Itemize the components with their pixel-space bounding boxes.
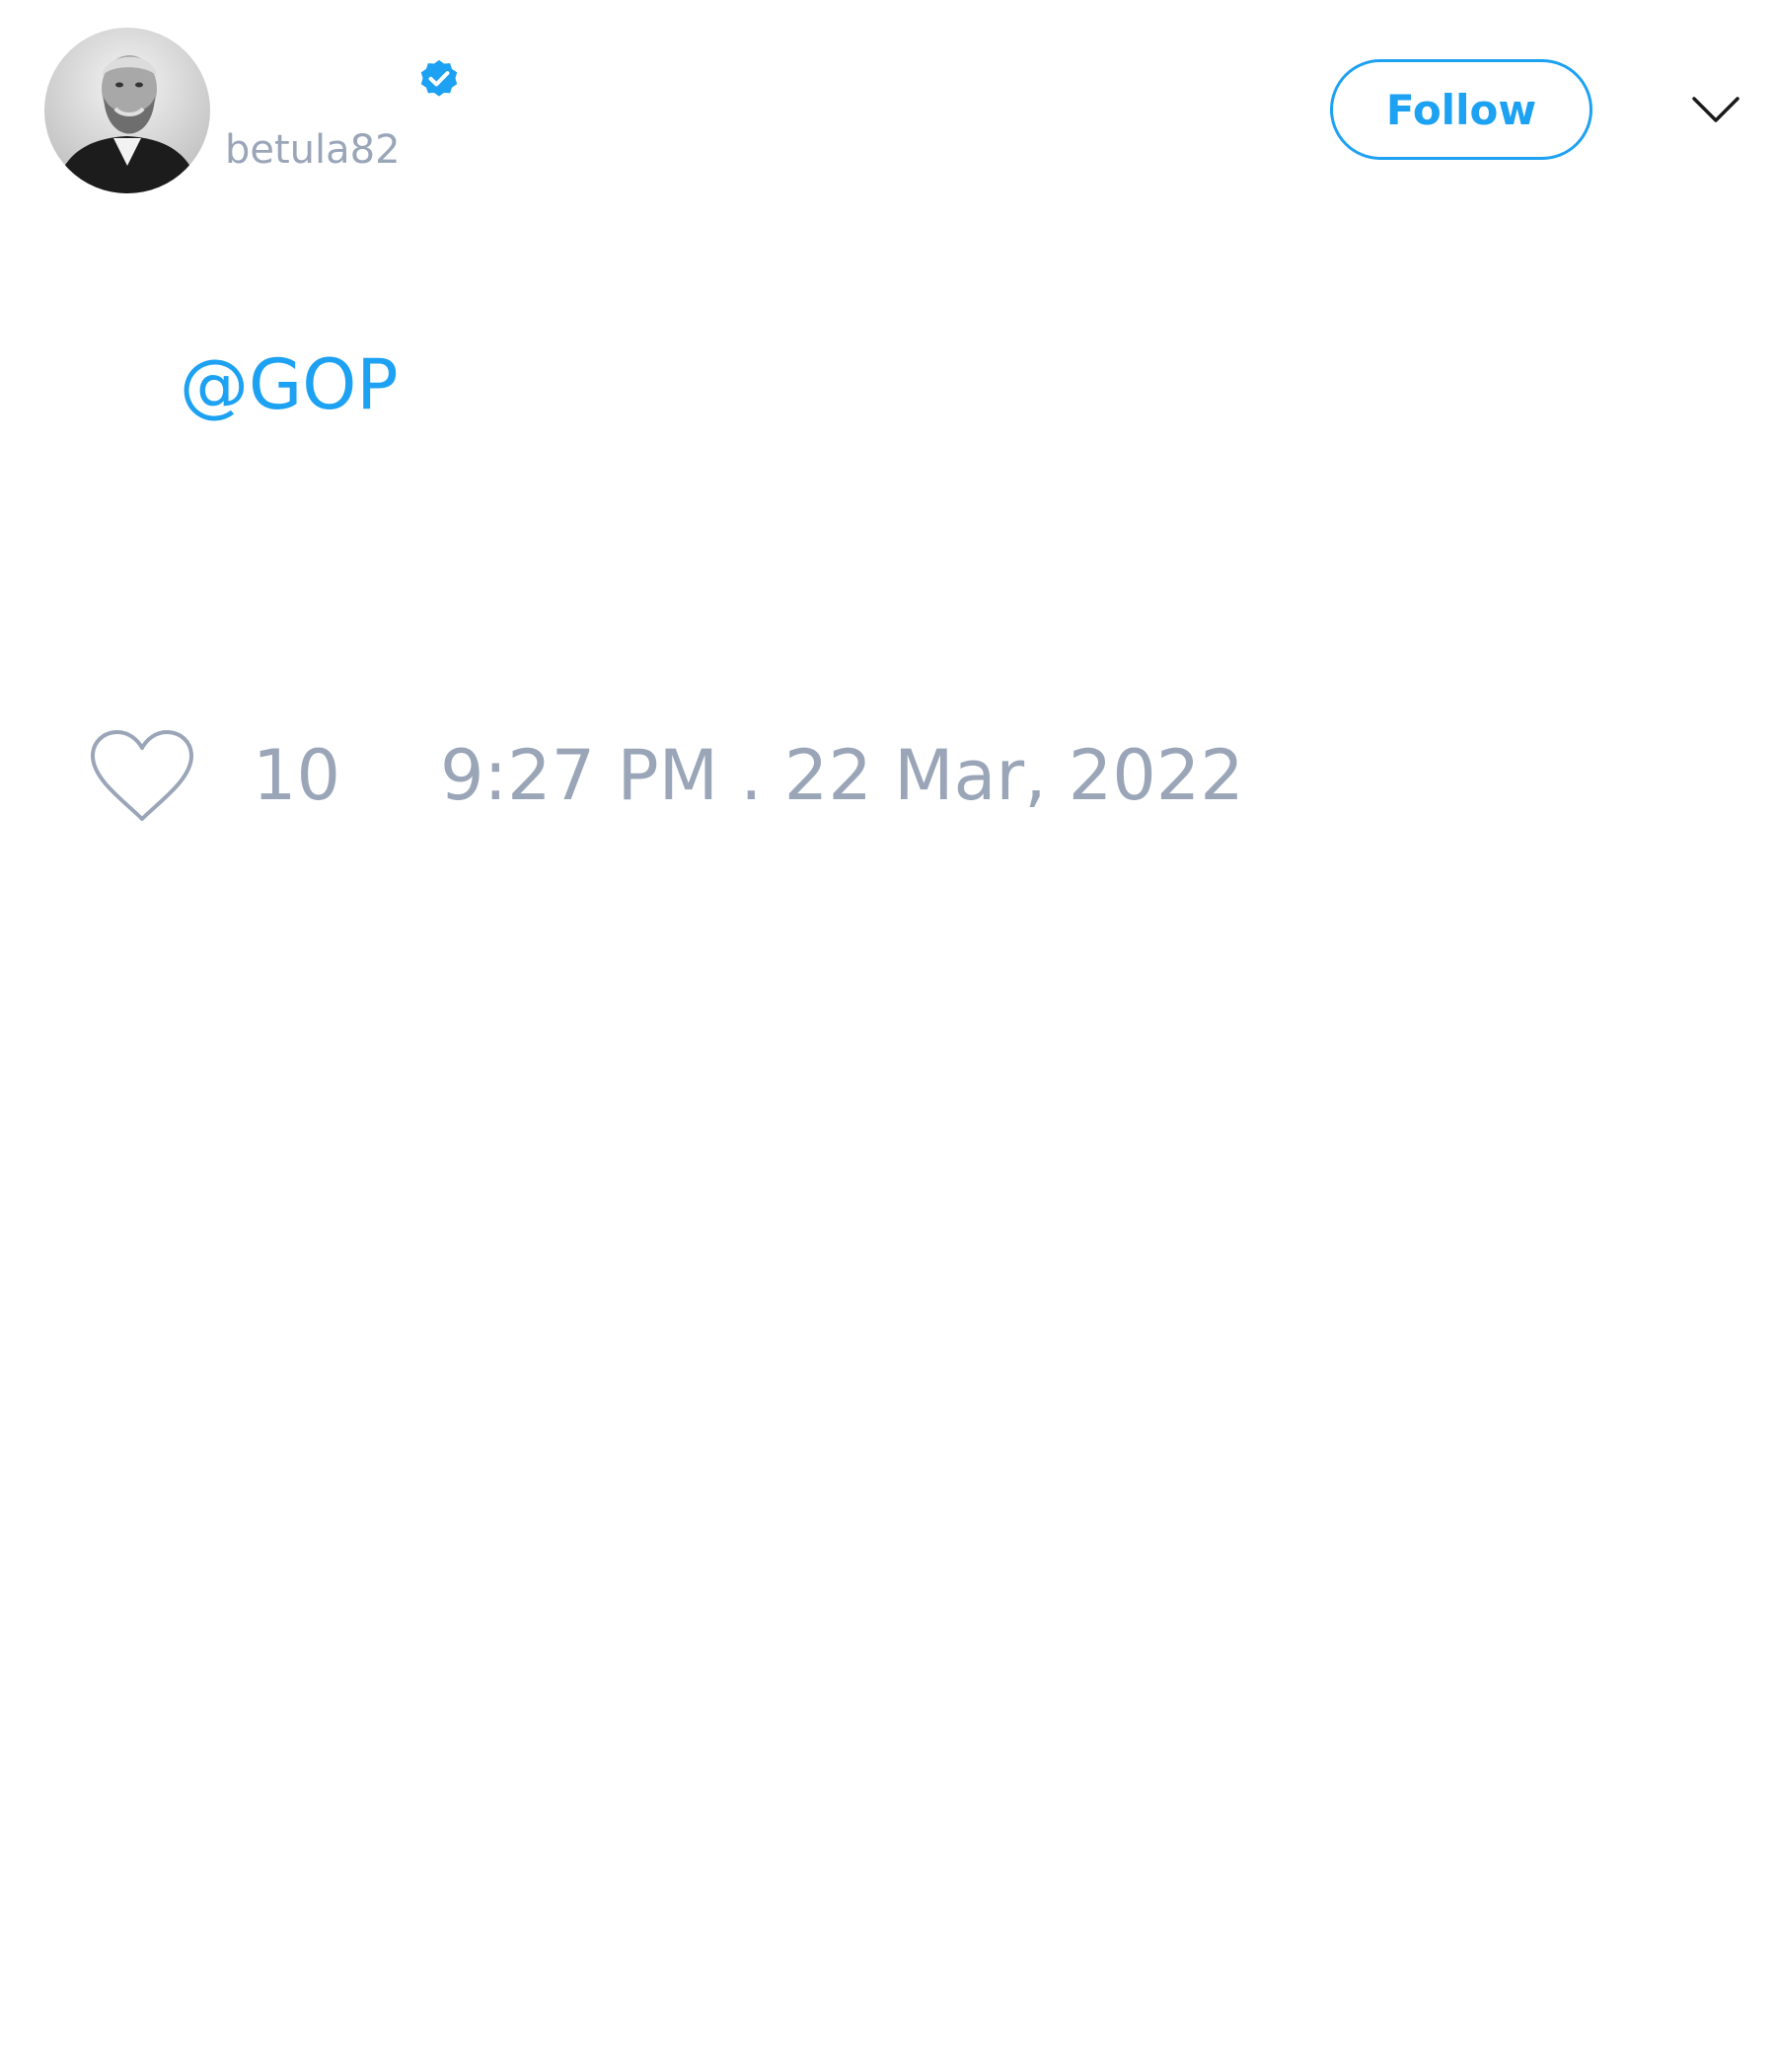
avatar[interactable]	[44, 28, 210, 193]
avatar-portrait-icon	[44, 28, 210, 193]
heart-icon[interactable]	[89, 728, 195, 823]
follow-button[interactable]: Follow	[1330, 59, 1592, 160]
verified-badge-icon	[420, 59, 458, 97]
user-handle[interactable]: betula82	[225, 126, 401, 174]
tweet-text-mention[interactable]: @GOP	[180, 343, 399, 426]
chevron-down-icon[interactable]	[1691, 91, 1740, 130]
tweet-timestamp[interactable]: 9:27 PM . 22 Mar, 2022	[440, 734, 1244, 817]
like-count: 10	[253, 735, 341, 816]
